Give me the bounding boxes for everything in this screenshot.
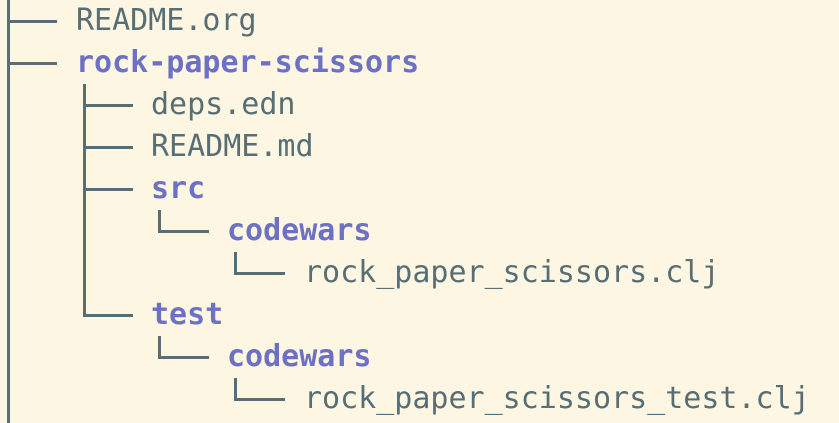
dir-src-codewars[interactable]: codewars	[227, 210, 372, 252]
tree-connector	[158, 356, 209, 359]
tree-branch-line	[234, 252, 237, 273]
file-readme-md[interactable]: README.md	[151, 126, 314, 168]
tree-row: README.org	[0, 0, 257, 42]
file-rock-paper-scissors-clj[interactable]: rock_paper_scissors.clj	[304, 252, 719, 294]
tree-row: deps.edn	[0, 84, 296, 126]
tree-connector	[7, 20, 57, 23]
tree-branch-line	[83, 84, 86, 315]
file-tree: README.org rock-paper-scissors deps.edn …	[0, 0, 839, 423]
tree-row: codewars	[0, 210, 372, 252]
tree-connector	[83, 104, 133, 107]
file-deps-edn[interactable]: deps.edn	[151, 84, 296, 126]
tree-connector	[234, 272, 285, 275]
tree-row: codewars	[0, 336, 372, 378]
file-readme-org[interactable]: README.org	[76, 0, 257, 42]
dir-src[interactable]: src	[151, 168, 205, 210]
tree-row: rock_paper_scissors.clj	[0, 252, 719, 294]
tree-row: test	[0, 294, 223, 336]
tree-connector	[7, 62, 57, 65]
file-rock-paper-scissors-test-clj[interactable]: rock_paper_scissors_test.clj	[304, 378, 810, 420]
dir-test[interactable]: test	[151, 294, 223, 336]
tree-connector	[158, 230, 209, 233]
tree-connector	[83, 146, 133, 149]
tree-row: src	[0, 168, 205, 210]
tree-connector	[83, 314, 133, 317]
dir-rock-paper-scissors[interactable]: rock-paper-scissors	[76, 42, 419, 84]
tree-row: rock-paper-scissors	[0, 42, 419, 84]
dir-test-codewars[interactable]: codewars	[227, 336, 372, 378]
tree-branch-line	[158, 336, 161, 357]
tree-connector	[234, 398, 285, 401]
tree-row: rock_paper_scissors_test.clj	[0, 378, 810, 420]
tree-branch-line	[234, 378, 237, 399]
tree-branch-line	[158, 210, 161, 231]
tree-connector	[83, 188, 133, 191]
tree-row: README.md	[0, 126, 314, 168]
